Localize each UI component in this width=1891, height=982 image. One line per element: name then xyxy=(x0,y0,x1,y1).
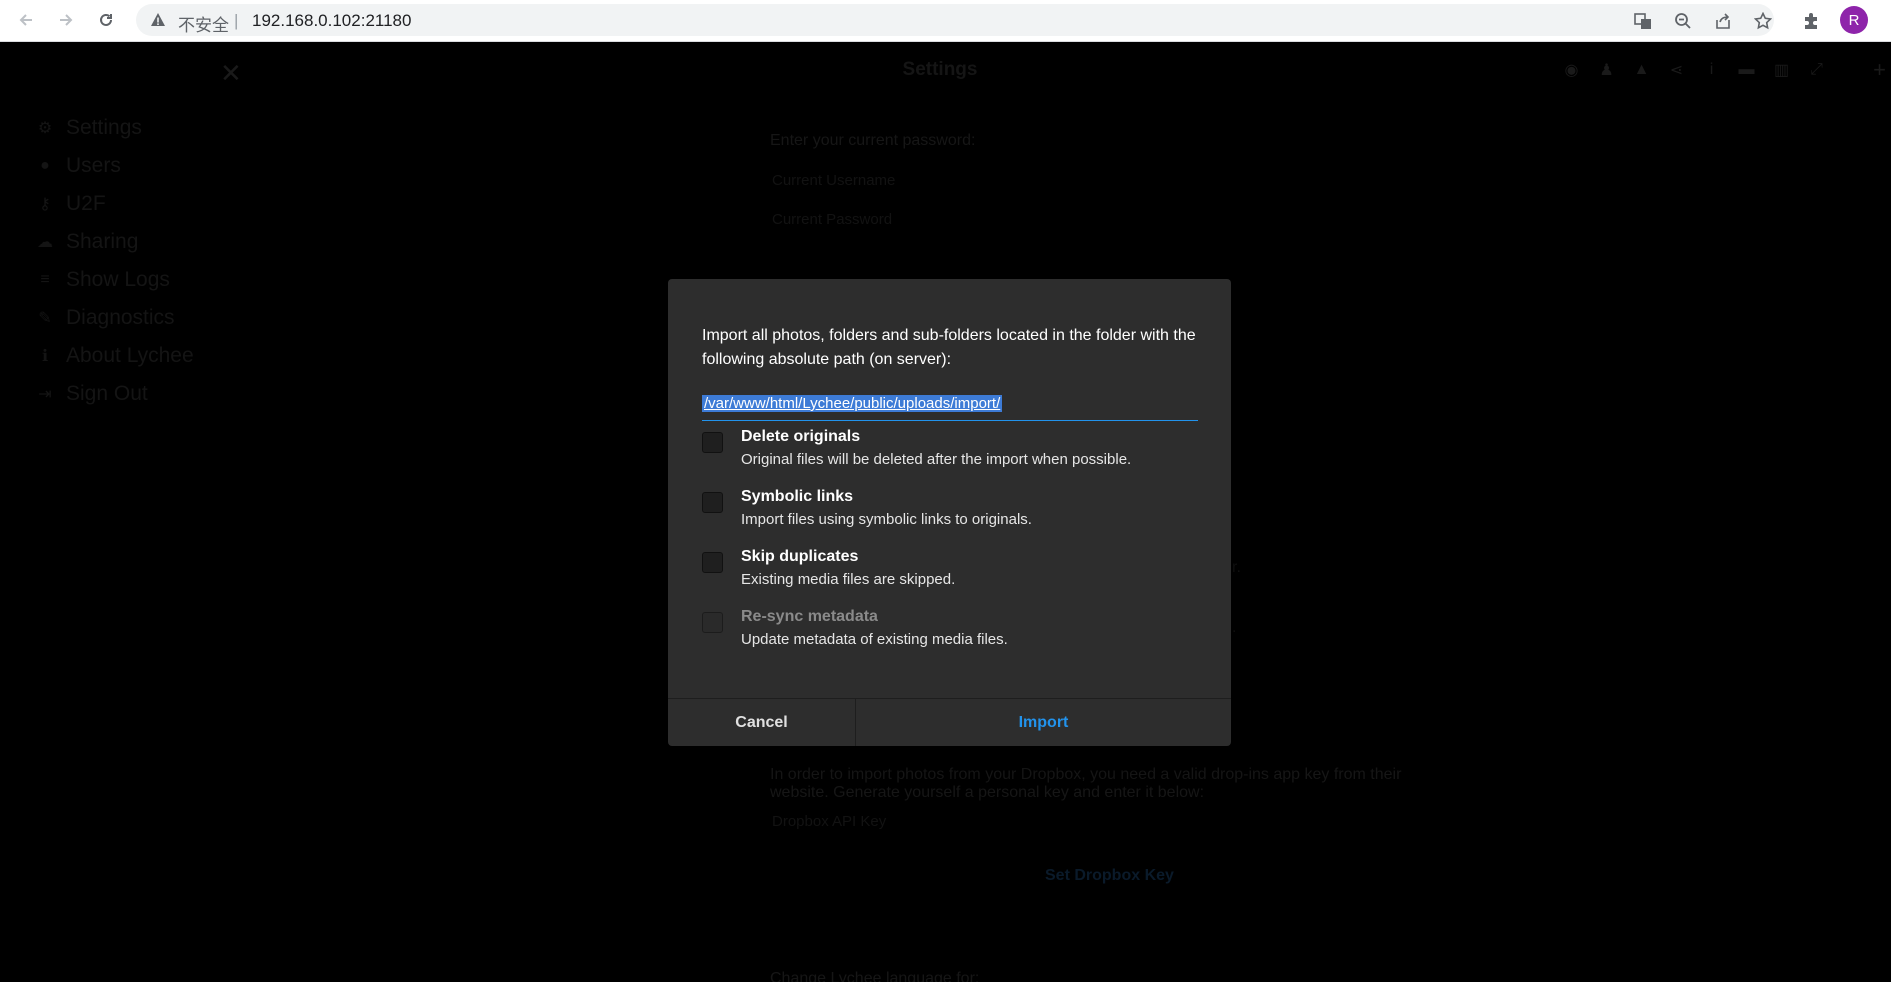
warning-icon xyxy=(151,13,165,26)
url-separator: | xyxy=(234,11,239,30)
delete-originals-checkbox[interactable] xyxy=(702,432,723,453)
dialog-description: Import all photos, folders and sub-folde… xyxy=(702,327,1196,368)
import-server-dialog: Import all photos, folders and sub-folde… xyxy=(668,279,1231,746)
back-button[interactable] xyxy=(12,6,40,34)
sidebar-item-sign-out[interactable]: ⇥ Sign Out xyxy=(36,382,148,406)
wrench-icon: ✎ xyxy=(38,310,52,327)
sidebar-item-users[interactable]: ● Users xyxy=(36,154,121,178)
url-text: 192.168.0.102:21180 xyxy=(252,11,412,30)
dropbox-key-field[interactable]: Dropbox API Key xyxy=(772,813,886,830)
dialog-buttons: Cancel Import xyxy=(668,698,1231,746)
sidebar-item-label: Diagnostics xyxy=(66,306,175,329)
sidebar-item-about[interactable]: ℹ About Lychee xyxy=(36,344,194,368)
warning-icon[interactable]: ▲ xyxy=(1632,60,1651,79)
option-title: Delete originals xyxy=(741,428,861,445)
page-title: Settings xyxy=(902,59,978,80)
dropbox-description-2: website. Generate yourself a personal ke… xyxy=(770,784,1205,801)
browser-toolbar: 不安全 | 192.168.0.102:21180 R xyxy=(0,0,1891,42)
sidebar-item-show-logs[interactable]: ≡ Show Logs xyxy=(36,268,170,292)
password-prompt: Enter your current password: xyxy=(770,132,976,149)
folder-icon[interactable]: ▬ xyxy=(1737,60,1756,79)
insecure-label: 不安全 xyxy=(178,16,229,35)
forward-button[interactable] xyxy=(52,6,80,34)
reload-icon xyxy=(100,13,112,26)
extensions-icon[interactable] xyxy=(1798,8,1824,34)
sidebar-item-label: Show Logs xyxy=(66,268,170,291)
share-icon[interactable]: ⋖ xyxy=(1667,60,1686,79)
set-dropbox-key-button[interactable]: Set Dropbox Key xyxy=(1045,867,1174,885)
sidebar-item-label: Sharing xyxy=(66,230,139,253)
gear-icon: ⚙ xyxy=(37,120,53,137)
info-icon: ℹ xyxy=(41,348,49,365)
cancel-button[interactable]: Cancel xyxy=(668,699,856,746)
fullscreen-icon[interactable]: ⤢ xyxy=(1807,60,1826,79)
import-button[interactable]: Import xyxy=(856,699,1231,746)
resync-metadata-checkbox xyxy=(702,612,723,633)
current-username-field[interactable]: Current Username xyxy=(772,172,895,189)
import-path-input[interactable]: /var/www/html/Lychee/public/uploads/impo… xyxy=(702,392,1198,421)
eye-icon[interactable]: ◉ xyxy=(1562,60,1581,79)
close-icon[interactable]: ✕ xyxy=(220,58,242,89)
user-icon: ● xyxy=(40,157,50,174)
bookmark-star-icon[interactable] xyxy=(1750,8,1776,34)
option-description: Update metadata of existing media files. xyxy=(741,631,1008,648)
list-icon: ≡ xyxy=(40,271,50,288)
header-toolbar: ◉ ♟ ▲ ⋖ i ▬ ▥ ⤢ + xyxy=(1562,57,1889,82)
dropbox-description: In order to import photos from your Drop… xyxy=(770,766,1402,783)
profile-avatar[interactable]: R xyxy=(1840,6,1868,34)
info-icon[interactable]: i xyxy=(1702,60,1721,79)
sidebar-item-label: Users xyxy=(66,154,121,177)
sidebar-item-label: Settings xyxy=(66,116,142,139)
skip-duplicates-checkbox[interactable] xyxy=(702,552,723,573)
forward-arrow-icon xyxy=(60,14,73,26)
zoom-icon[interactable] xyxy=(1670,8,1696,34)
signout-icon: ⇥ xyxy=(38,386,52,403)
address-bar[interactable]: 不安全 | 192.168.0.102:21180 xyxy=(136,4,1774,36)
option-title: Symbolic links xyxy=(741,488,854,505)
current-password-field[interactable]: Current Password xyxy=(772,211,892,228)
sidebar-item-settings[interactable]: ⚙ Settings xyxy=(36,116,142,140)
text-fragment: . xyxy=(1232,619,1237,636)
option-description: Import files using symbolic links to ori… xyxy=(741,511,1032,528)
sidebar-item-diagnostics[interactable]: ✎ Diagnostics xyxy=(36,306,175,330)
option-description: Existing media files are skipped. xyxy=(741,571,956,588)
cloud-icon: ☁ xyxy=(37,234,53,251)
sidebar-item-u2f[interactable]: ⚷ U2F xyxy=(36,192,106,216)
trash-icon[interactable]: ▥ xyxy=(1772,60,1791,79)
add-icon[interactable]: + xyxy=(1870,57,1889,82)
import-path-value: /var/www/html/Lychee/public/uploads/impo… xyxy=(702,395,1003,412)
option-title: Skip duplicates xyxy=(741,548,859,565)
sidebar-item-label: U2F xyxy=(66,192,106,215)
text-fragment: r. xyxy=(1232,559,1241,576)
translate-icon[interactable] xyxy=(1630,8,1656,34)
share-page-icon[interactable] xyxy=(1710,8,1736,34)
reload-button[interactable] xyxy=(92,6,120,34)
lychee-app: ✕ ⚙ Settings ● Users ⚷ U2F ☁ Sharing ≡ S… xyxy=(0,42,1891,982)
key-icon: ⚷ xyxy=(39,196,51,213)
option-description: Original files will be deleted after the… xyxy=(741,451,1132,468)
language-label: Change Lychee language for: xyxy=(770,970,980,982)
symbolic-links-checkbox[interactable] xyxy=(702,492,723,513)
sidebar-item-sharing[interactable]: ☁ Sharing xyxy=(36,230,138,254)
option-title: Re-sync metadata xyxy=(741,608,878,625)
users-icon[interactable]: ♟ xyxy=(1597,60,1616,79)
sidebar-item-label: About Lychee xyxy=(66,344,194,367)
sidebar-item-label: Sign Out xyxy=(66,382,148,405)
sidebar: ✕ ⚙ Settings ● Users ⚷ U2F ☁ Sharing ≡ S… xyxy=(0,42,272,982)
back-arrow-icon xyxy=(19,14,32,26)
